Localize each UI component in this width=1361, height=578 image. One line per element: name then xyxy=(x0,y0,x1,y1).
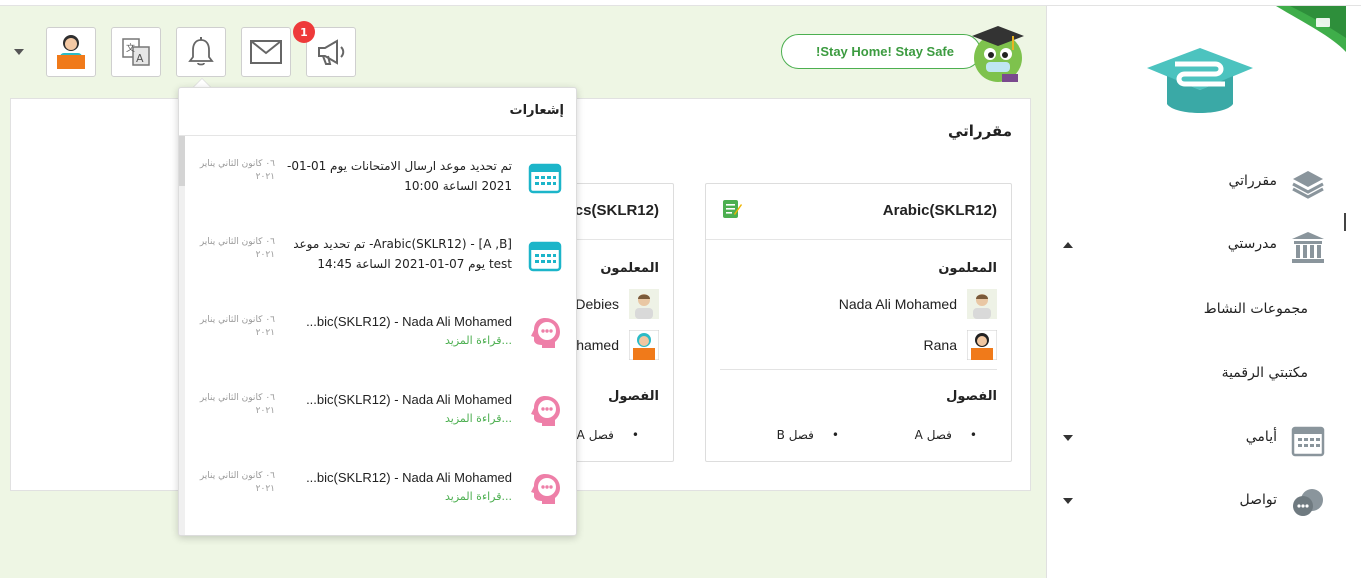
notifications-title: إشعارات xyxy=(509,103,564,118)
envelope-icon xyxy=(250,40,282,64)
sidebar-subitem-digital-library[interactable]: مكتبتي الرقمية xyxy=(1222,365,1308,381)
page-title: مقرراتي xyxy=(948,122,1012,140)
calendar-icon xyxy=(1291,426,1325,457)
notification-text: ...bic(SKLR12) - Nada Ali Mohamed xyxy=(306,470,512,485)
sidebar-item-label: تواصل xyxy=(1239,492,1277,508)
messages-button[interactable] xyxy=(241,27,291,77)
translate-icon: A 文 xyxy=(122,38,150,66)
avatar xyxy=(967,289,997,319)
notification-item[interactable]: ...bic(SKLR12) - Nada Ali Mohamed ...قرا… xyxy=(185,450,576,528)
teachers-label: المعلمون xyxy=(600,261,659,276)
classes-label: الفصول xyxy=(946,389,997,404)
sidebar-item-communicate[interactable]: تواصل xyxy=(1047,482,1347,522)
thinking-head-icon xyxy=(531,396,560,426)
course-title[interactable]: Arabic(SKLR12) xyxy=(883,202,997,219)
course-title[interactable]: cs(SKLR12) xyxy=(575,202,659,219)
avatar xyxy=(967,330,997,360)
sidebar-item-label: مقرراتي xyxy=(1228,173,1277,189)
thinking-head-icon xyxy=(531,318,560,348)
avatar xyxy=(629,330,659,360)
layers-icon xyxy=(1292,171,1324,199)
mascot-icon xyxy=(972,26,1024,82)
avatar xyxy=(629,289,659,319)
notification-date: ٠٦ كانون الثاني يناير ٢٠٢١ xyxy=(199,315,275,338)
megaphone-icon xyxy=(318,39,345,65)
notification-item[interactable]: ...bic(SKLR12) - Nada Ali Mohamed ...قرا… xyxy=(185,372,576,450)
notification-item[interactable]: Arabic(SKLR12) - [A ,B]- تم تحديد موعد t… xyxy=(185,216,576,294)
notification-date: ٠٦ كانون الثاني يناير ٢٠٢١ xyxy=(199,159,275,182)
chevron-down-icon xyxy=(1063,435,1073,441)
teachers-label: المعلمون xyxy=(938,261,997,276)
notification-text: ...bic(SKLR12) - Nada Ali Mohamed xyxy=(306,314,512,329)
notification-date: ٠٦ كانون الثاني يناير ٢٠٢١ xyxy=(199,471,275,494)
thinking-head-icon xyxy=(531,474,560,504)
course-card-header: Arabic(SKLR12) xyxy=(706,184,1011,240)
sidebar-subitem-activity-groups[interactable]: مجموعات النشاط xyxy=(1204,301,1308,317)
language-switch-button[interactable]: A 文 xyxy=(111,27,161,77)
chevron-down-icon xyxy=(1063,498,1073,504)
divider xyxy=(720,369,997,370)
notifications-header: إشعارات xyxy=(179,88,576,136)
edit-notebook-icon[interactable] xyxy=(722,198,742,220)
school-building-icon xyxy=(1292,232,1324,263)
notification-item[interactable]: تم تحديد موعد ارسال الامتحانات يوم 01-01… xyxy=(185,138,576,216)
bell-icon xyxy=(188,37,214,66)
teacher-row[interactable]: hamed xyxy=(576,330,659,360)
read-more-link[interactable]: ...قراءة المزيد xyxy=(445,334,512,347)
page-scrollbar[interactable] xyxy=(1346,6,1361,578)
sidebar-item-my-school[interactable]: مدرستي xyxy=(1047,226,1347,266)
read-more-link[interactable]: ...قراءة المزيد xyxy=(445,412,512,425)
class-item[interactable]: فصل A xyxy=(915,428,977,442)
sidebar-item-my-days[interactable]: أيامي xyxy=(1047,419,1347,459)
user-profile-button[interactable] xyxy=(46,27,96,77)
class-item[interactable]: فصل B xyxy=(777,428,839,442)
corner-ribbon-icon xyxy=(1276,6,1346,52)
teacher-name: Nada Ali Mohamed xyxy=(838,296,957,312)
notification-count-badge: 1 xyxy=(293,21,315,43)
teacher-row[interactable]: Debies xyxy=(575,289,659,319)
stay-home-banner: !Stay Home! Stay Safe xyxy=(781,34,981,69)
notification-text: تم تحديد موعد ارسال الامتحانات يوم 01-01… xyxy=(286,159,512,193)
notification-date: ٠٦ كانون الثاني يناير ٢٠٢١ xyxy=(199,393,275,416)
page-scrollbar-thumb[interactable] xyxy=(1344,213,1346,231)
classes-label: الفصول xyxy=(608,389,659,404)
notifications-dropdown: إشعارات تم تحديد موعد ارسال الامتحانات ي… xyxy=(178,87,577,536)
class-item[interactable]: فصل A xyxy=(577,428,639,442)
school-logo-icon xyxy=(1147,48,1253,113)
svg-text:A: A xyxy=(136,52,144,65)
notification-text: Arabic(SKLR12) - [A ,B]- تم تحديد موعد t… xyxy=(293,237,512,271)
course-card[interactable]: Arabic(SKLR12) المعلمون Nada Ali Mohamed… xyxy=(705,183,1012,462)
teacher-row[interactable]: Rana xyxy=(924,330,997,360)
read-more-link[interactable]: ...قراءة المزيد xyxy=(445,490,512,503)
teacher-name: Debies xyxy=(575,296,619,312)
calendar-icon xyxy=(528,163,562,194)
teacher-name: hamed xyxy=(576,337,619,353)
sidebar-item-label: أيامي xyxy=(1245,429,1277,445)
teacher-row[interactable]: Nada Ali Mohamed xyxy=(839,289,997,319)
notifications-button[interactable] xyxy=(176,27,226,77)
calendar-icon xyxy=(528,241,562,272)
user-menu-caret-icon[interactable] xyxy=(14,49,24,55)
svg-text:文: 文 xyxy=(126,42,135,54)
chevron-up-icon xyxy=(1063,242,1073,248)
chat-bubbles-icon xyxy=(1293,489,1323,516)
teacher-name: Rana xyxy=(923,337,957,353)
sidebar: مقرراتي مدرستي مجموعات النشاط مكتبتي الر… xyxy=(1046,6,1346,578)
sidebar-item-label: مدرستي xyxy=(1227,236,1277,252)
notification-date: ٠٦ كانون الثاني يناير ٢٠٢١ xyxy=(199,237,275,260)
user-avatar-icon xyxy=(57,35,85,69)
sidebar-item-my-courses[interactable]: مقرراتي xyxy=(1047,163,1347,203)
notification-item[interactable]: ...bic(SKLR12) - Nada Ali Mohamed ...قرا… xyxy=(185,294,576,372)
notification-text: ...bic(SKLR12) - Nada Ali Mohamed xyxy=(306,392,512,407)
